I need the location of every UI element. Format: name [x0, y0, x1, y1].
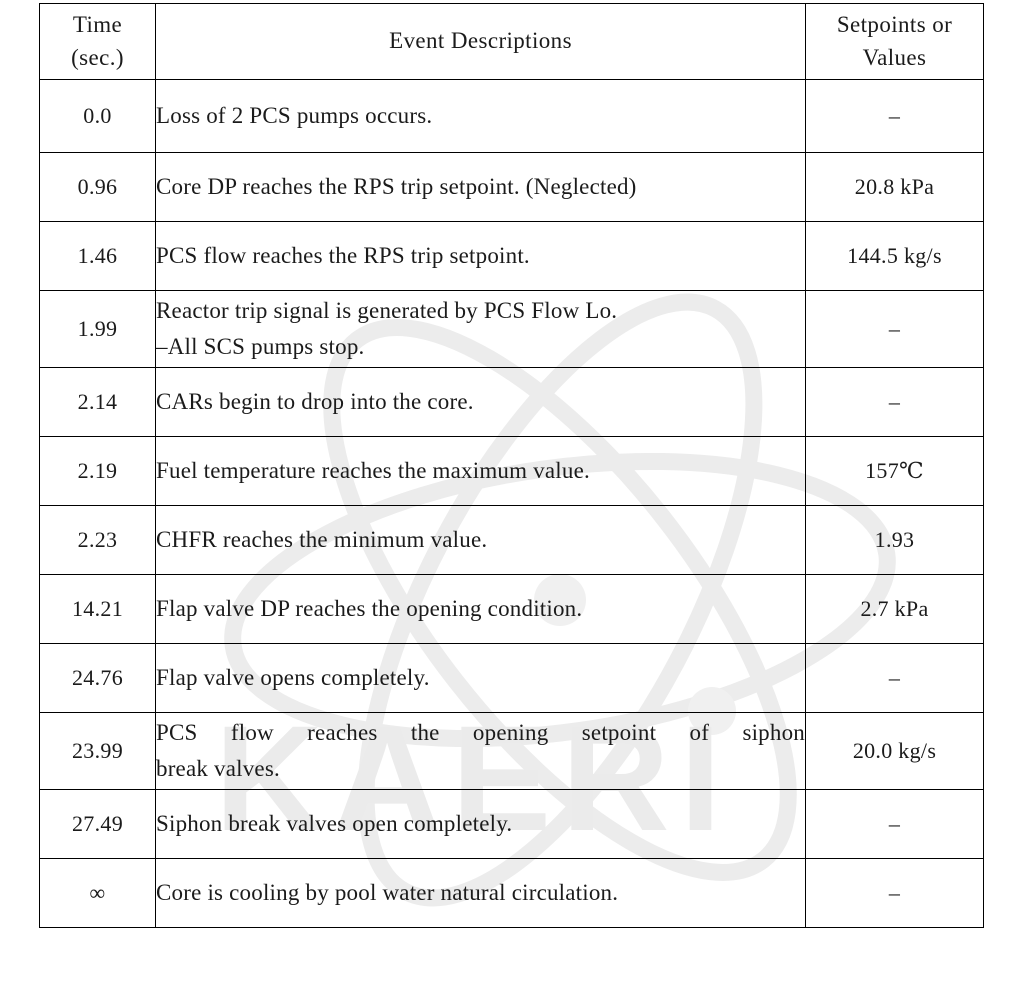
cell-time: 23.99 [39, 712, 156, 790]
column-header-value-line2: Values [862, 44, 927, 70]
cell-time: 0.0 [39, 79, 156, 153]
description-line: Flap valve DP reaches the opening condit… [156, 595, 583, 621]
table-row: 27.49 Siphon break valves open completely… [39, 789, 984, 859]
value-empty-dash: – [888, 665, 901, 690]
cell-description: PCS flow reaches the opening setpoint of… [155, 712, 806, 790]
cell-time: 1.99 [39, 290, 156, 368]
cell-value: 20.8 kPa [805, 152, 984, 222]
cell-value: 1.93 [805, 505, 984, 575]
cell-time: 2.23 [39, 505, 156, 575]
table-row: 2.14 CARs begin to drop into the core. – [39, 367, 984, 437]
description-line: –All SCS pumps stop. [156, 334, 365, 359]
cell-time: 14.21 [39, 574, 156, 644]
value-text: 1.93 [874, 527, 915, 552]
description-line: Loss of 2 PCS pumps occurs. [156, 102, 433, 128]
table-row: 2.23 CHFR reaches the minimum value. 1.93 [39, 505, 984, 575]
event-sequence-table: Time (sec.) Event Descriptions Setpoints… [39, 3, 984, 928]
value-empty-dash: – [888, 811, 901, 836]
cell-value: – [805, 367, 984, 437]
event-sequence-table-container: Time (sec.) Event Descriptions Setpoints… [39, 3, 984, 928]
description-line: PCS flow reaches the opening setpoint of… [156, 719, 805, 745]
table-row: 2.19 Fuel temperature reaches the maximum… [39, 436, 984, 506]
table-row: 1.46 PCS flow reaches the RPS trip setpoi… [39, 221, 984, 291]
cell-time: 1.46 [39, 221, 156, 291]
column-header-description-label: Event Descriptions [389, 28, 572, 54]
column-header-time-line1: Time [72, 11, 123, 37]
value-empty-dash: – [888, 103, 901, 128]
description-line: Reactor trip signal is generated by PCS … [156, 297, 618, 323]
cell-description: Reactor trip signal is generated by PCS … [155, 290, 806, 368]
table-header: Time (sec.) Event Descriptions Setpoints… [39, 3, 984, 80]
cell-time: 27.49 [39, 789, 156, 859]
value-text: 2.7 kPa [860, 596, 929, 621]
cell-time: 2.14 [39, 367, 156, 437]
cell-description: CHFR reaches the minimum value. [155, 505, 806, 575]
table-row: 1.99 Reactor trip signal is generated by … [39, 290, 984, 368]
cell-description: Siphon break valves open completely. [155, 789, 806, 859]
description-line: Core DP reaches the RPS trip setpoint. (… [156, 173, 637, 199]
table-row: ∞ Core is cooling by pool water natural c… [39, 858, 984, 928]
cell-value: 2.7 kPa [805, 574, 984, 644]
value-text: 144.5 kg/s [847, 243, 942, 268]
cell-time: ∞ [39, 858, 156, 928]
table-row: 23.99 PCS flow reaches the opening setpoi… [39, 712, 984, 790]
description-line: CHFR reaches the minimum value. [156, 526, 488, 552]
header-row: Time (sec.) Event Descriptions Setpoints… [39, 3, 984, 80]
description-line: Core is cooling by pool water natural ci… [156, 879, 619, 905]
description-line: CARs begin to drop into the core. [156, 388, 474, 414]
cell-value: – [805, 858, 984, 928]
cell-description: Core DP reaches the RPS trip setpoint. (… [155, 152, 806, 222]
table-row: 24.76 Flap valve opens completely. – [39, 643, 984, 713]
cell-description: PCS flow reaches the RPS trip setpoint. [155, 221, 806, 291]
cell-description: Fuel temperature reaches the maximum val… [155, 436, 806, 506]
value-text: 20.8 kPa [854, 174, 935, 199]
cell-value: – [805, 643, 984, 713]
column-header-time: Time (sec.) [39, 3, 156, 80]
column-header-time-line2: (sec.) [71, 44, 124, 70]
value-empty-dash: – [888, 880, 901, 905]
table-body: 0.0 Loss of 2 PCS pumps occurs. –0.96 Core … [39, 79, 984, 928]
description-line: Flap valve opens completely. [156, 664, 430, 690]
description-line: Fuel temperature reaches the maximum val… [156, 457, 590, 483]
description-line: PCS flow reaches the RPS trip setpoint. [156, 242, 530, 268]
cell-description: CARs begin to drop into the core. [155, 367, 806, 437]
value-text: 20.0 kg/s [852, 738, 937, 763]
cell-value: – [805, 290, 984, 368]
column-header-description: Event Descriptions [155, 3, 806, 80]
cell-time: 2.19 [39, 436, 156, 506]
table-row: 14.21 Flap valve DP reaches the opening c… [39, 574, 984, 644]
cell-value: 20.0 kg/s [805, 712, 984, 790]
table-row: 0.96 Core DP reaches the RPS trip setpoin… [39, 152, 984, 222]
column-header-value-line1: Setpoints or [836, 11, 953, 37]
cell-description: Loss of 2 PCS pumps occurs. [155, 79, 806, 153]
cell-description: Flap valve DP reaches the opening condit… [155, 574, 806, 644]
value-empty-dash: – [888, 389, 901, 414]
description-line: Siphon break valves open completely. [156, 810, 513, 836]
cell-description: Core is cooling by pool water natural ci… [155, 858, 806, 928]
description-line: break valves. [156, 756, 280, 781]
cell-value: – [805, 79, 984, 153]
cell-value: – [805, 789, 984, 859]
value-empty-dash: – [888, 316, 901, 341]
value-text: 157℃ [865, 458, 924, 483]
cell-value: 144.5 kg/s [805, 221, 984, 291]
cell-time: 0.96 [39, 152, 156, 222]
cell-value: 157℃ [805, 436, 984, 506]
table-row: 0.0 Loss of 2 PCS pumps occurs. – [39, 79, 984, 153]
cell-description: Flap valve opens completely. [155, 643, 806, 713]
cell-time: 24.76 [39, 643, 156, 713]
column-header-value: Setpoints or Values [805, 3, 984, 80]
